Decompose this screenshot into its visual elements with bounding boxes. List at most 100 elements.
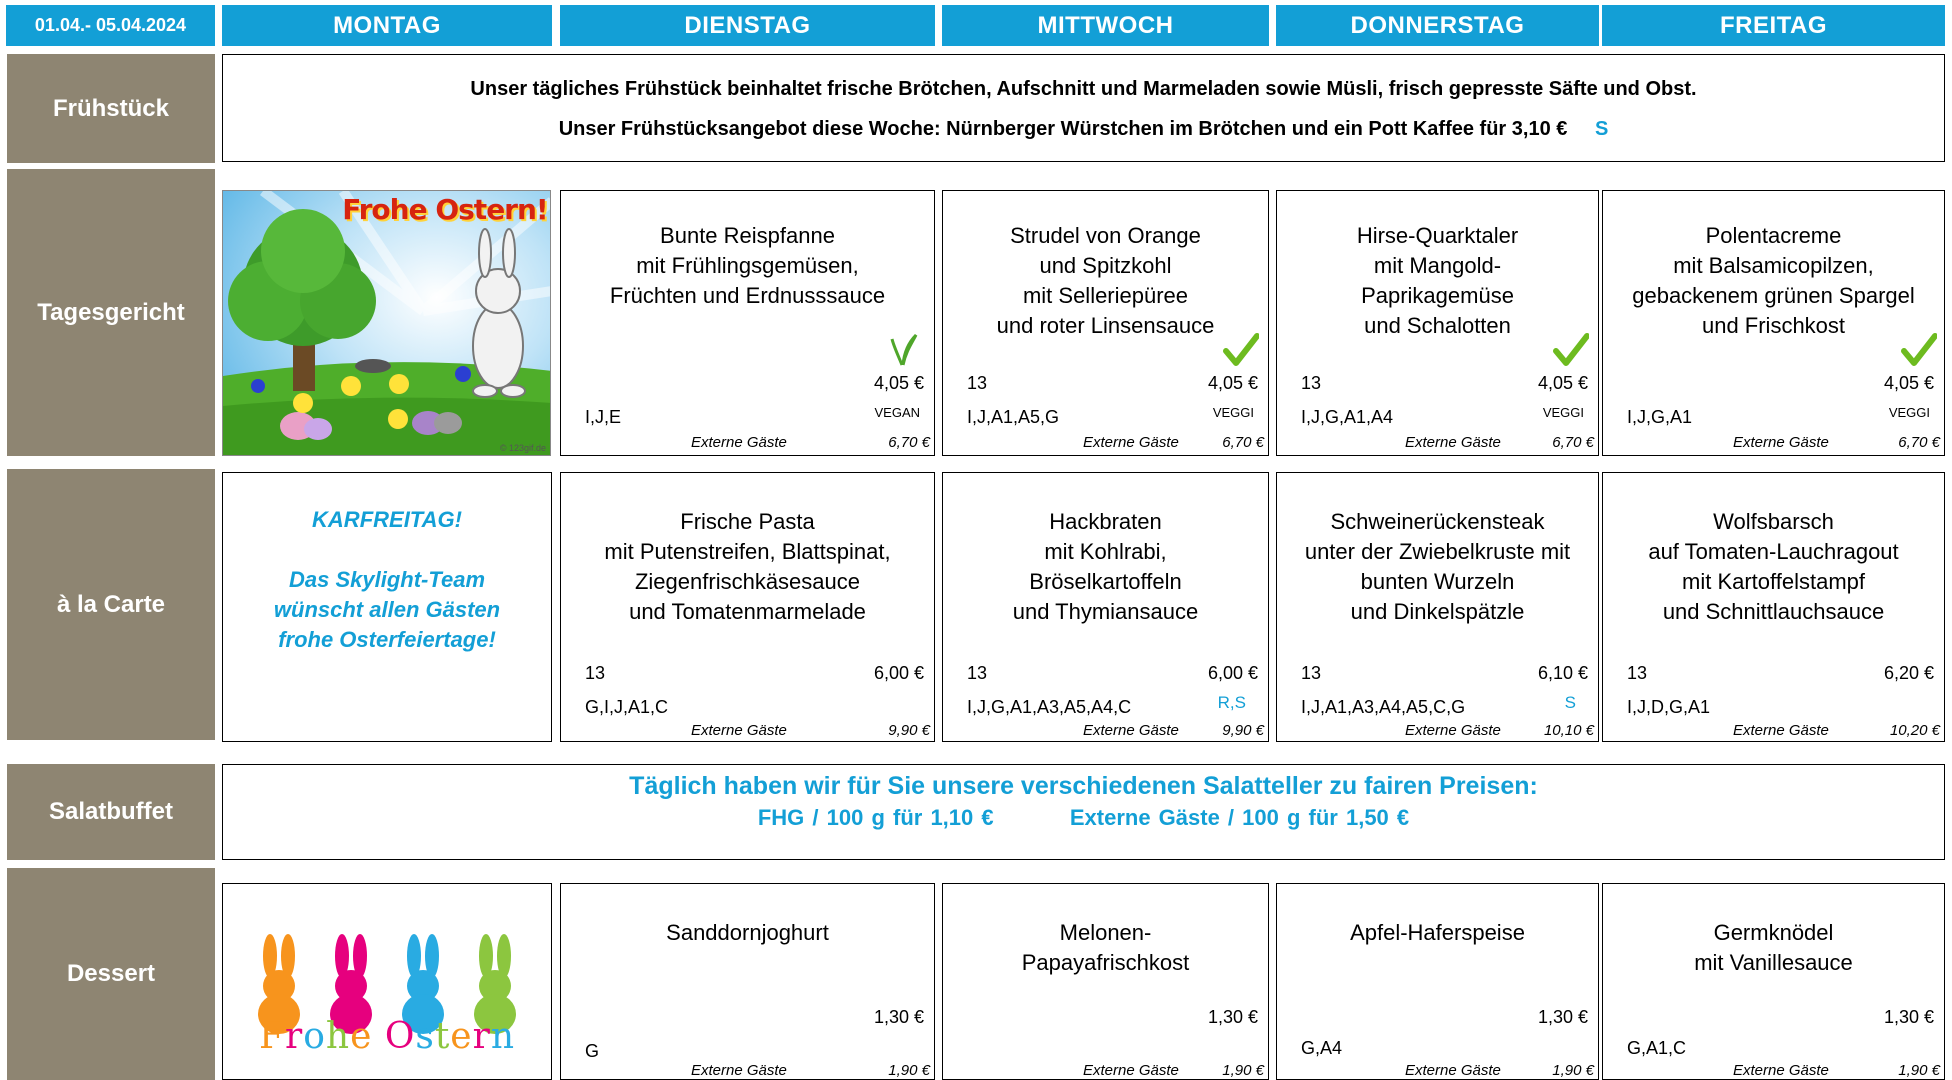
day-header-thursday: DONNERSTAG bbox=[1276, 5, 1599, 46]
salad-box: Täglich haben wir für Sie unsere verschi… bbox=[222, 764, 1945, 860]
tagesgericht-card-tuesday: Bunte Reispfanne mit Frühlingsgemüsen, F… bbox=[560, 190, 935, 456]
allergens: G,A4 bbox=[1301, 1038, 1343, 1058]
price: 6,00 € bbox=[873, 663, 924, 683]
dessert-image-text: Frohe Ostern bbox=[258, 1016, 516, 1057]
code: 13 bbox=[1301, 373, 1322, 393]
diet-tag: S bbox=[1564, 693, 1576, 712]
row-label-fruehstueck: Frühstück bbox=[7, 54, 215, 163]
allergens: I,J,G,A1,A4 bbox=[1301, 407, 1394, 427]
external-price: 1,90 € bbox=[888, 1062, 930, 1079]
day-header-wednesday: MITTWOCH bbox=[942, 5, 1269, 46]
diet-tag: VEGGI bbox=[1212, 405, 1254, 420]
price: 1,30 € bbox=[1207, 1007, 1258, 1027]
alacarte-card-wednesday: Hackbraten mit Kohlrabi, Bröselkartoffel… bbox=[942, 472, 1269, 742]
date-range: 01.04.- 05.04.2024 bbox=[6, 5, 215, 46]
diet-tag: VEGGI bbox=[1888, 405, 1930, 420]
price: 1,30 € bbox=[873, 1007, 924, 1027]
dish-name: Strudel von Orange und Spitzkohl mit Sel… bbox=[996, 223, 1215, 338]
external-price: 9,90 € bbox=[1222, 722, 1264, 739]
code: 13 bbox=[967, 663, 988, 683]
dish-name: Germknödel mit Vanillesauce bbox=[1694, 920, 1853, 975]
dish-name: Polentacreme mit Balsamicopilzen, geback… bbox=[1632, 223, 1915, 338]
dessert-card-thursday: Apfel-Haferspeise 1,30 € G,A4 Externe Gä… bbox=[1276, 883, 1599, 1080]
diet-tag: VEGGI bbox=[1542, 405, 1584, 420]
code: 13 bbox=[1627, 663, 1648, 683]
allergens: I,J,A1,A3,A4,A5,C,G bbox=[1301, 697, 1466, 717]
external-guests-label: Externe Gäste bbox=[1405, 722, 1501, 739]
diet-tag: R,S bbox=[1217, 693, 1246, 712]
price: 4,05 € bbox=[1537, 373, 1588, 393]
dessert-card-friday: Germknödel mit Vanillesauce 1,30 € G,A1,… bbox=[1602, 883, 1945, 1080]
diet-tag: VEGAN bbox=[874, 405, 920, 420]
leaf-icon bbox=[890, 333, 918, 366]
announcement-box: KARFREITAG! Das Skylight-Team wünscht al… bbox=[222, 472, 552, 742]
external-guests-label: Externe Gäste bbox=[691, 434, 787, 451]
row-label-alacarte: à la Carte bbox=[7, 469, 215, 740]
day-header-tuesday: DIENSTAG bbox=[560, 5, 935, 46]
allergens: G,I,J,A1,C bbox=[585, 697, 669, 717]
breakfast-offer: Unser Frühstücksangebot diese Woche: Nür… bbox=[558, 118, 1568, 140]
price: 1,30 € bbox=[1883, 1007, 1934, 1027]
price: 4,05 € bbox=[1207, 373, 1258, 393]
checkmark-icon bbox=[1553, 333, 1589, 366]
external-price: 10,20 € bbox=[1889, 722, 1940, 739]
price: 4,05 € bbox=[1883, 373, 1934, 393]
announcement-line-3: wünscht allen Gästen bbox=[273, 597, 501, 622]
row-label-dessert: Dessert bbox=[7, 868, 215, 1080]
dish-name: Wolfsbarsch auf Tomaten-Lauchragout mit … bbox=[1648, 509, 1899, 624]
price: 4,05 € bbox=[873, 373, 924, 393]
row-label-salatbuffet: Salatbuffet bbox=[7, 764, 215, 860]
dessert-card-tuesday: Sanddornjoghurt 1,30 € G Externe Gäste 1… bbox=[560, 883, 935, 1080]
dessert-image: Frohe Ostern bbox=[222, 883, 552, 1080]
external-guests-label: Externe Gäste bbox=[1083, 434, 1179, 451]
external-guests-label: Externe Gäste bbox=[1405, 1062, 1501, 1079]
external-price: 9,90 € bbox=[888, 722, 930, 739]
allergens: G bbox=[585, 1041, 600, 1061]
dish-name: Schweinerückensteak unter der Zwiebelkru… bbox=[1304, 509, 1571, 624]
dish-name: Apfel-Haferspeise bbox=[1350, 920, 1525, 945]
allergens: G,A1,C bbox=[1627, 1038, 1687, 1058]
allergens: I,J,G,A1,A3,A5,A4,C bbox=[967, 697, 1132, 717]
allergens: I,J,A1,A5,G bbox=[967, 407, 1060, 427]
dessert-card-wednesday: Melonen- Papayafrischkost 1,30 € Externe… bbox=[942, 883, 1269, 1080]
dish-name: Bunte Reispfanne mit Frühlingsgemüsen, F… bbox=[609, 223, 886, 308]
allergens: I,J,D,G,A1 bbox=[1627, 697, 1711, 717]
external-guests-label: Externe Gäste bbox=[1083, 1062, 1179, 1079]
day-header-friday: FREITAG bbox=[1602, 5, 1945, 46]
external-price: 1,90 € bbox=[1222, 1062, 1264, 1079]
checkmark-icon bbox=[1901, 333, 1937, 366]
price: 6,00 € bbox=[1207, 663, 1258, 683]
external-guests-label: Externe Gäste bbox=[1733, 1062, 1829, 1079]
code: 13 bbox=[967, 373, 988, 393]
dish-name: Melonen- Papayafrischkost bbox=[1021, 920, 1190, 975]
external-price: 6,70 € bbox=[888, 434, 930, 451]
tagesgericht-card-wednesday: Strudel von Orange und Spitzkohl mit Sel… bbox=[942, 190, 1269, 456]
day-header-monday: MONTAG bbox=[222, 5, 552, 46]
easter-scene-illustration bbox=[223, 191, 550, 455]
dish-name: Frische Pasta mit Putenstreifen, Blattsp… bbox=[604, 509, 891, 624]
announcement-line-4: frohe Osterfeiertage! bbox=[278, 627, 496, 652]
allergens: I,J,E bbox=[585, 407, 622, 427]
announcement-line-1: KARFREITAG! bbox=[312, 507, 462, 532]
row-label-tagesgericht: Tagesgericht bbox=[7, 169, 215, 456]
alacarte-card-tuesday: Frische Pasta mit Putenstreifen, Blattsp… bbox=[560, 472, 935, 742]
external-price: 1,90 € bbox=[1898, 1062, 1940, 1079]
breakfast-line-2: Unser Frühstücksangebot diese Woche: Nür… bbox=[223, 118, 1944, 141]
external-guests-label: Externe Gäste bbox=[691, 1062, 787, 1079]
external-price: 10,10 € bbox=[1543, 722, 1594, 739]
external-price: 1,90 € bbox=[1552, 1062, 1594, 1079]
salad-price-fhg: FHG / 100 g für 1,10 € bbox=[757, 805, 994, 830]
external-guests-label: Externe Gäste bbox=[1405, 434, 1501, 451]
tagesgericht-card-thursday: Hirse-Quarktaler mit Mangold- Paprikagem… bbox=[1276, 190, 1599, 456]
external-guests-label: Externe Gäste bbox=[1733, 722, 1829, 739]
external-price: 6,70 € bbox=[1898, 434, 1940, 451]
salad-line-1: Täglich haben wir für Sie unsere verschi… bbox=[629, 772, 1538, 800]
breakfast-line-1: Unser tägliches Frühstück beinhaltet fri… bbox=[470, 78, 1697, 100]
breakfast-badge: S bbox=[1594, 118, 1609, 140]
alacarte-card-friday: Wolfsbarsch auf Tomaten-Lauchragout mit … bbox=[1602, 472, 1945, 742]
price: 1,30 € bbox=[1537, 1007, 1588, 1027]
price: 6,20 € bbox=[1883, 663, 1934, 683]
external-guests-label: Externe Gäste bbox=[1733, 434, 1829, 451]
code: 13 bbox=[585, 663, 606, 683]
allergens: I,J,G,A1 bbox=[1627, 407, 1693, 427]
